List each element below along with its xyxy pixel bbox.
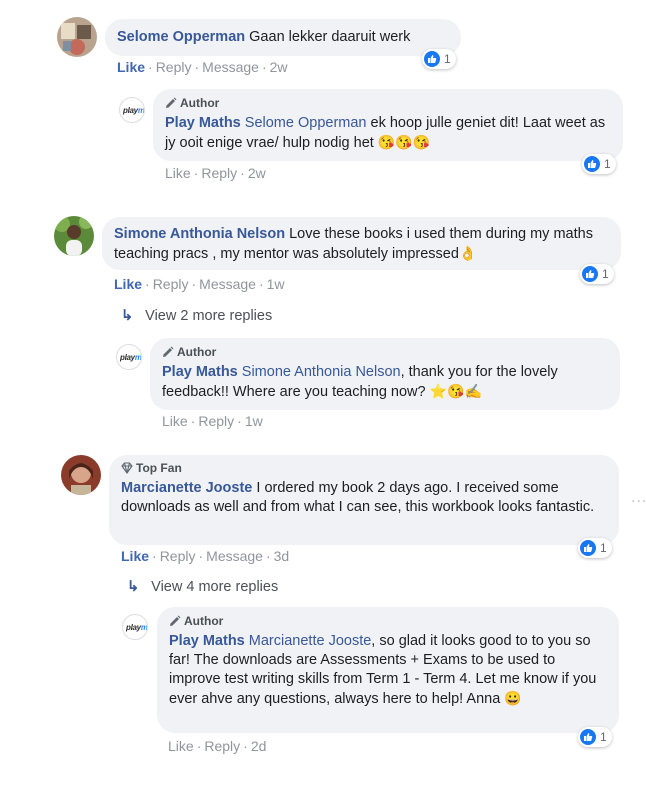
reply-button[interactable]: Reply <box>198 413 234 429</box>
reply-bubble: Author Play Maths Selome Opperman ek hoo… <box>153 89 623 161</box>
timestamp[interactable]: 2w <box>248 165 266 181</box>
reply-arrow-icon: ↳ <box>127 579 140 595</box>
comment-bubble: Top Fan Marcianette Jooste I ordered my … <box>109 455 619 545</box>
reply-arrow-icon: ↳ <box>121 308 134 324</box>
commenter-name[interactable]: Marcianette Jooste <box>121 480 252 496</box>
timestamp[interactable]: 2w <box>270 59 288 75</box>
page-name[interactable]: Play Maths <box>169 633 245 649</box>
view-more-replies[interactable]: ↳ View 4 more replies <box>127 579 278 595</box>
reply-actions: Like · Reply · 2w <box>165 165 266 181</box>
avatar-play-maths[interactable]: playm <box>116 344 142 370</box>
timestamp[interactable]: 2d <box>251 738 267 754</box>
like-reaction-icon <box>580 729 596 745</box>
like-reaction-icon <box>424 51 440 67</box>
reply-actions: Like · Reply · 2d <box>168 738 267 754</box>
timestamp[interactable]: 3d <box>274 548 290 564</box>
author-badge: Author <box>162 344 608 360</box>
reply-button[interactable]: Reply <box>201 165 237 181</box>
pencil-icon <box>170 615 181 626</box>
emoji: 👌 <box>458 245 477 261</box>
reply-actions: Like · Reply · 1w <box>162 413 263 429</box>
reply-button[interactable]: Reply <box>204 738 240 754</box>
like-button[interactable]: Like <box>168 738 194 754</box>
reply-bubble: Author Play Maths Marcianette Jooste, so… <box>157 607 619 733</box>
mention[interactable]: Simone Anthonia Nelson <box>242 364 401 380</box>
comment-bubble: Simone Anthonia Nelson Love these books … <box>102 217 621 270</box>
page-logo: playm <box>120 353 142 362</box>
reaction-count[interactable]: 1 <box>578 727 612 747</box>
reply-bubble: Author Play Maths Simone Anthonia Nelson… <box>150 338 620 410</box>
message-button[interactable]: Message <box>199 276 256 292</box>
diamond-icon <box>121 462 133 474</box>
avatar-simone[interactable] <box>54 216 94 256</box>
commenter-name[interactable]: Simone Anthonia Nelson <box>114 226 285 242</box>
comment-actions: Like · Reply · Message · 1w <box>114 276 285 292</box>
timestamp[interactable]: 1w <box>245 413 263 429</box>
author-badge: Author <box>165 95 611 111</box>
top-fan-badge: Top Fan <box>121 460 607 476</box>
reaction-count[interactable]: 1 <box>422 49 456 69</box>
like-button[interactable]: Like <box>114 276 142 292</box>
comment-actions: Like · Reply · Message · 2w <box>117 59 288 75</box>
avatar-marcianette[interactable] <box>61 455 101 495</box>
message-button[interactable]: Message <box>206 548 263 564</box>
page-logo: playm <box>123 106 145 115</box>
mention[interactable]: Marcianette Jooste <box>249 633 372 649</box>
comment-bubble: Selome Opperman Gaan lekker daaruit werk <box>105 19 461 56</box>
author-badge: Author <box>169 613 607 629</box>
like-button[interactable]: Like <box>121 548 149 564</box>
reaction-count[interactable]: 1 <box>580 264 614 284</box>
reply-button[interactable]: Reply <box>153 276 189 292</box>
like-reaction-icon <box>580 540 596 556</box>
mention[interactable]: Selome Opperman <box>245 115 367 131</box>
view-more-replies[interactable]: ↳ View 2 more replies <box>121 308 272 324</box>
message-button[interactable]: Message <box>202 59 259 75</box>
like-button[interactable]: Like <box>117 59 145 75</box>
more-options-icon[interactable]: ... <box>631 489 646 507</box>
emoji: 😀 <box>504 690 522 706</box>
like-reaction-icon <box>582 266 598 282</box>
avatar-play-maths[interactable]: playm <box>122 614 148 640</box>
like-reaction-icon <box>584 156 600 172</box>
reply-button[interactable]: Reply <box>156 59 192 75</box>
avatar-play-maths[interactable]: playm <box>119 97 145 123</box>
page-name[interactable]: Play Maths <box>162 364 238 380</box>
pencil-icon <box>163 346 174 357</box>
avatar-selome[interactable] <box>57 17 97 57</box>
like-button[interactable]: Like <box>165 165 191 181</box>
comment-actions: Like · Reply · Message · 3d <box>121 548 290 564</box>
pencil-icon <box>166 97 177 108</box>
page-logo: playm <box>126 623 148 632</box>
emoji: 😘😘😘 <box>377 134 431 150</box>
reaction-count[interactable]: 1 <box>578 538 612 558</box>
commenter-name[interactable]: Selome Opperman <box>117 29 245 45</box>
reply-button[interactable]: Reply <box>160 548 196 564</box>
page-name[interactable]: Play Maths <box>165 115 241 131</box>
timestamp[interactable]: 1w <box>267 276 285 292</box>
emoji: ⭐😘✍ <box>429 383 482 399</box>
reaction-count[interactable]: 1 <box>582 154 616 174</box>
like-button[interactable]: Like <box>162 413 188 429</box>
comment-text: Gaan lekker daaruit werk <box>249 29 411 45</box>
